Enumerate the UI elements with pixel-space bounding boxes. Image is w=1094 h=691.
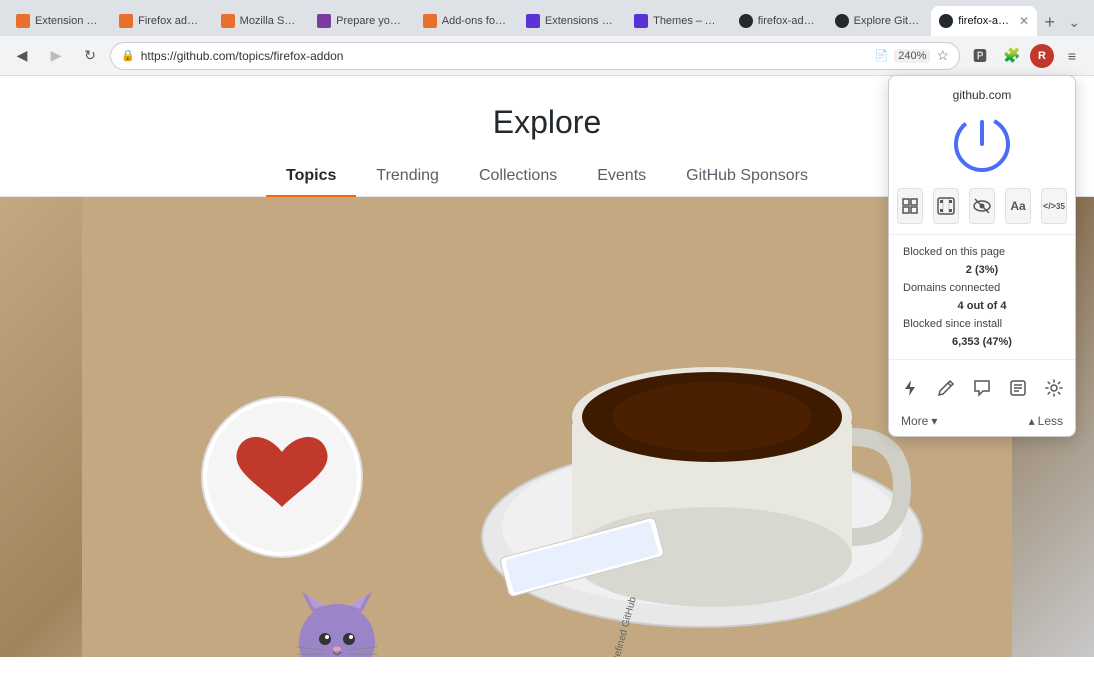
eye-tool[interactable] — [969, 188, 995, 224]
domains-connected-value: 4 out of 4 — [958, 300, 1007, 312]
blocked-since-install-label: Blocked since install — [903, 318, 1002, 330]
popup-tools-row: Aa </>35 — [889, 188, 1075, 235]
power-icon[interactable] — [950, 112, 1014, 176]
address-bar[interactable]: 🔒 https://github.com/topics/firefox-addo… — [110, 42, 960, 70]
domains-connected-row: Domains connected — [903, 279, 1061, 297]
chevron-down-icon: ▾ — [931, 414, 937, 428]
avatar-button[interactable]: R — [1030, 44, 1054, 68]
tab-2[interactable]: Firefox add-on… — [111, 6, 212, 36]
address-text: https://github.com/topics/firefox-addon — [141, 49, 869, 63]
nav-github-sponsors[interactable]: GitHub Sponsors — [666, 157, 828, 197]
tab-bar: Extension Basi… Firefox add-on… Mozilla … — [0, 0, 1094, 36]
tab-3[interactable]: Mozilla Support — [213, 6, 308, 36]
chat-action[interactable] — [969, 370, 995, 406]
list-action[interactable] — [1005, 370, 1031, 406]
browser-chrome: Extension Basi… Firefox add-on… Mozilla … — [0, 0, 1094, 76]
popup-stats: Blocked on this page 2 (3%) Domains conn… — [889, 235, 1075, 360]
zoom-level: 240% — [894, 49, 930, 63]
nav-collections[interactable]: Collections — [459, 157, 577, 197]
tab-6[interactable]: Extensions – Ad… — [518, 6, 625, 36]
domains-connected-label: Domains connected — [903, 282, 1000, 294]
blocked-on-page-value: 2 (3%) — [966, 264, 998, 276]
tab-10[interactable]: firefox-addo… ✕ — [931, 6, 1037, 36]
forward-button[interactable]: ▶ — [42, 42, 70, 70]
nav-bar: ◀ ▶ ↻ 🔒 https://github.com/topics/firefo… — [0, 36, 1094, 76]
blocked-on-page-row: Blocked on this page — [903, 243, 1061, 261]
popup-footer: More ▾ ▴ Less — [889, 410, 1075, 428]
lock-icon: 🔒 — [121, 49, 135, 62]
new-tab-button[interactable]: + — [1038, 8, 1061, 36]
pocket-button[interactable]: 🅿 — [966, 42, 994, 70]
tab-close-icon[interactable]: ✕ — [1019, 14, 1029, 28]
reader-icon: 📄 — [875, 49, 889, 62]
menu-button[interactable]: ≡ — [1058, 42, 1086, 70]
blocked-since-install-value-row: 6,353 (47%) — [903, 333, 1061, 351]
lightning-action[interactable] — [897, 370, 923, 406]
nav-events[interactable]: Events — [577, 157, 666, 197]
extension-popup: github.com Aa </>35 Blocked on this page… — [888, 75, 1076, 437]
popup-icon-row — [889, 112, 1075, 176]
blocked-on-page-value-row: 2 (3%) — [903, 261, 1061, 279]
star-icon[interactable]: ☆ — [936, 47, 949, 64]
blocked-on-page-label: Blocked on this page — [903, 246, 1005, 258]
tab-1[interactable]: Extension Basi… — [8, 6, 110, 36]
tab-4[interactable]: Prepare your Fi… — [309, 6, 414, 36]
nav-trending[interactable]: Trending — [356, 157, 459, 197]
more-button[interactable]: More ▾ — [901, 414, 937, 428]
extensions-button[interactable]: 🧩 — [998, 42, 1026, 70]
popup-domain: github.com — [889, 88, 1075, 112]
back-button[interactable]: ◀ — [8, 42, 36, 70]
tab-9[interactable]: Explore GitHub… — [827, 6, 931, 36]
blocked-since-install-value: 6,353 (47%) — [952, 336, 1012, 348]
tab-5[interactable]: Add-ons for Fir… — [415, 6, 517, 36]
hero-svg: Pure Refined GitHub — [82, 197, 1012, 657]
domains-connected-value-row: 4 out of 4 — [903, 297, 1061, 315]
text-size-tool[interactable]: Aa — [1005, 188, 1031, 224]
film-strip-tool[interactable] — [933, 188, 959, 224]
less-button[interactable]: ▴ Less — [1029, 414, 1063, 428]
tab-7[interactable]: Themes – Add-… — [626, 6, 730, 36]
tab-overflow-button[interactable]: ⌄ — [1063, 8, 1086, 36]
blocked-since-install-row: Blocked since install — [903, 315, 1061, 333]
chevron-up-icon: ▴ — [1029, 414, 1035, 428]
popup-actions-row — [889, 360, 1075, 410]
nav-topics[interactable]: Topics — [266, 157, 356, 197]
tab-8[interactable]: firefox-addon… — [731, 6, 826, 36]
toolbar-right: 🅿 🧩 R ≡ — [966, 42, 1086, 70]
pen-action[interactable] — [933, 370, 959, 406]
reload-button[interactable]: ↻ — [76, 42, 104, 70]
page-elements-tool[interactable] — [897, 188, 923, 224]
gear-action[interactable] — [1041, 370, 1067, 406]
code-tool[interactable]: </>35 — [1041, 188, 1067, 224]
